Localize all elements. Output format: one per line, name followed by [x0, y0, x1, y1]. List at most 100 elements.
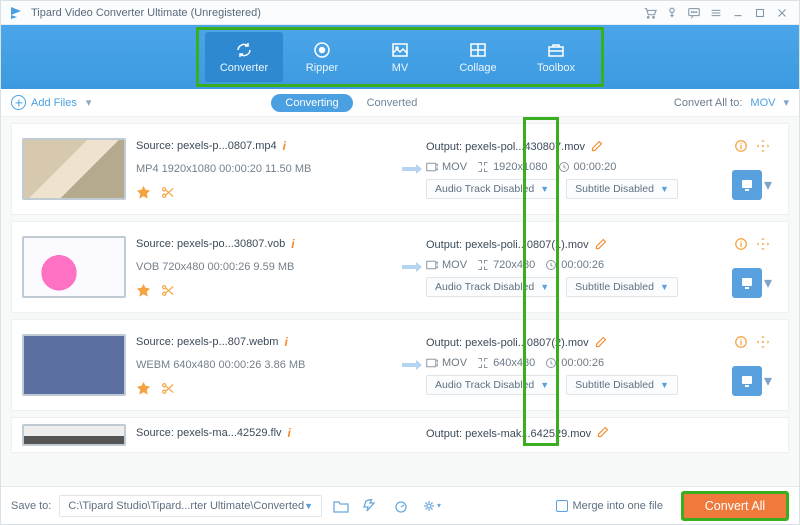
out-resolution: 1920x1080 — [493, 161, 547, 173]
refresh-icon — [233, 40, 255, 60]
move-icon[interactable] — [756, 335, 770, 354]
ribbon-collage[interactable]: Collage — [439, 32, 517, 82]
cart-icon[interactable] — [639, 4, 661, 22]
star-icon[interactable] — [136, 283, 150, 297]
thumbnail[interactable] — [22, 236, 126, 298]
record-icon — [311, 40, 333, 60]
tab-converting[interactable]: Converting — [271, 94, 352, 112]
file-meta: Source: pexels-p...807.webmi WEBM 640x48… — [136, 320, 398, 410]
info-icon[interactable]: i — [284, 335, 287, 349]
edit-icon[interactable] — [595, 336, 607, 351]
out-format: MOV — [442, 357, 467, 369]
ribbon-label: Converter — [220, 62, 268, 74]
save-path-select[interactable]: C:\Tipard Studio\Tipard...rter Ultimate\… — [59, 495, 322, 517]
scissors-icon[interactable] — [160, 185, 174, 199]
chevron-down-icon: ▼ — [540, 282, 549, 292]
output-column: Output: pexels-mak...642529.mov — [426, 418, 716, 441]
output-column: Output: pexels-poli...0807(2).mov MOV 64… — [426, 320, 716, 410]
convert-all-to[interactable]: Convert All to: MOV ▾ — [674, 96, 789, 109]
tab-converted[interactable]: Converted — [353, 94, 432, 112]
bottom-bar: Save to: C:\Tipard Studio\Tipard...rter … — [1, 486, 799, 524]
subtitle-select[interactable]: Subtitle Disabled▼ — [566, 179, 678, 199]
minimize-icon[interactable] — [727, 4, 749, 22]
add-files-button[interactable]: Add Files ▾ — [11, 95, 91, 110]
file-row: Source: pexels-p...807.webmi WEBM 640x48… — [11, 319, 789, 411]
image-icon — [389, 40, 411, 60]
audio-track-select[interactable]: Audio Track Disabled▼ — [426, 277, 558, 297]
menu-icon[interactable] — [705, 4, 727, 22]
output-label: Output: pexels-poli...0807(1).mov — [426, 239, 589, 251]
thumbnail[interactable] — [22, 424, 126, 446]
ribbon-mv[interactable]: MV — [361, 32, 439, 82]
file-list: Source: pexels-p...0807.mp4i MP4 1920x10… — [1, 117, 799, 486]
titlebar: Tipard Video Converter Ultimate (Unregis… — [1, 1, 799, 25]
info-icon[interactable]: i — [291, 237, 294, 251]
subtitle-select[interactable]: Subtitle Disabled▼ — [566, 277, 678, 297]
subtitle-select[interactable]: Subtitle Disabled▼ — [566, 375, 678, 395]
thumbnail[interactable] — [22, 138, 126, 200]
audio-track-select[interactable]: Audio Track Disabled▼ — [426, 375, 558, 395]
output-column: Output: pexels-poli...0807(1).mov MOV 72… — [426, 222, 716, 312]
app-window: Tipard Video Converter Ultimate (Unregis… — [0, 0, 800, 525]
info-circle-icon[interactable] — [734, 335, 748, 354]
merge-checkbox[interactable]: Merge into one file — [556, 500, 664, 512]
chevron-down-icon[interactable]: ▾ — [764, 371, 772, 391]
output-preset-button[interactable] — [732, 366, 762, 396]
close-icon[interactable] — [771, 4, 793, 22]
convert-all-to-label: Convert All to: — [674, 97, 742, 109]
file-row: Source: pexels-ma...42529.flvi Output: p… — [11, 417, 789, 453]
ribbon-ripper[interactable]: Ripper — [283, 32, 361, 82]
thumbnail[interactable] — [22, 334, 126, 396]
ribbon-toolbox[interactable]: Toolbox — [517, 32, 595, 82]
info-icon[interactable]: i — [288, 426, 291, 440]
output-label: Output: pexels-mak...642529.mov — [426, 428, 591, 440]
scissors-icon[interactable] — [160, 283, 174, 297]
app-logo-icon — [7, 4, 25, 22]
audio-track-select[interactable]: Audio Track Disabled▼ — [426, 179, 558, 199]
output-preset-button[interactable] — [732, 170, 762, 200]
file-specs: VOB 720x480 00:00:26 9.59 MB — [136, 261, 398, 273]
ribbon-label: Ripper — [306, 62, 338, 74]
settings-icon[interactable]: ▾ — [420, 495, 442, 517]
file-row: Source: pexels-p...0807.mp4i MP4 1920x10… — [11, 123, 789, 215]
chevron-down-icon[interactable]: ▾ — [764, 273, 772, 293]
convert-all-button[interactable]: Convert All — [681, 491, 789, 521]
star-icon[interactable] — [136, 185, 150, 199]
arrow-icon — [398, 320, 426, 410]
move-icon[interactable] — [756, 139, 770, 158]
info-circle-icon[interactable] — [734, 237, 748, 256]
info-icon[interactable]: i — [283, 139, 286, 153]
edit-icon[interactable] — [591, 140, 603, 155]
high-speed-icon[interactable] — [390, 495, 412, 517]
arrow-icon — [398, 124, 426, 214]
key-icon[interactable] — [661, 4, 683, 22]
chevron-down-icon[interactable]: ▾ — [783, 96, 789, 109]
edit-icon[interactable] — [595, 238, 607, 253]
plus-icon — [11, 95, 26, 110]
chevron-down-icon: ▼ — [540, 380, 549, 390]
info-circle-icon[interactable] — [734, 139, 748, 158]
out-duration: 00:00:26 — [561, 259, 604, 271]
maximize-icon[interactable] — [749, 4, 771, 22]
hardware-accel-icon[interactable] — [360, 495, 382, 517]
status-tabs: Converting Converted — [271, 94, 431, 112]
scissors-icon[interactable] — [160, 381, 174, 395]
feedback-icon[interactable] — [683, 4, 705, 22]
file-row: Source: pexels-po...30807.vobi VOB 720x4… — [11, 221, 789, 313]
output-preset-button[interactable] — [732, 268, 762, 298]
star-icon[interactable] — [136, 381, 150, 395]
file-meta: Source: pexels-p...0807.mp4i MP4 1920x10… — [136, 124, 398, 214]
ribbon-label: MV — [392, 62, 409, 74]
output-column: Output: pexels-pol...430807.mov MOV 1920… — [426, 124, 716, 214]
chevron-down-icon: ▼ — [660, 282, 669, 292]
file-specs: WEBM 640x480 00:00:26 3.86 MB — [136, 359, 398, 371]
ribbon-converter[interactable]: Converter — [205, 32, 283, 82]
open-folder-icon[interactable] — [330, 495, 352, 517]
move-icon[interactable] — [756, 237, 770, 256]
edit-icon[interactable] — [597, 426, 609, 441]
file-specs: MP4 1920x1080 00:00:20 11.50 MB — [136, 163, 398, 175]
app-title: Tipard Video Converter Ultimate (Unregis… — [31, 7, 639, 19]
chevron-down-icon[interactable]: ▾ — [764, 175, 772, 195]
ribbon: Converter Ripper MV Collage Toolbox — [1, 25, 799, 89]
toolbar: Add Files ▾ Converting Converted Convert… — [1, 89, 799, 117]
